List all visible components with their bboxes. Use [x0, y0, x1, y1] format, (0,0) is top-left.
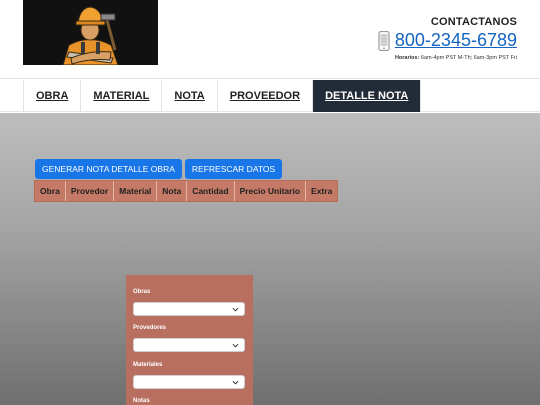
obras-label: Obras	[133, 289, 151, 295]
phone-link[interactable]: 800-2345-6789	[395, 30, 517, 51]
main-nav: OBRA MATERIAL NOTA PROVEEDOR DETALLE NOT…	[0, 78, 540, 112]
mobile-phone-icon	[378, 30, 390, 51]
proveedores-label: Provedores	[133, 325, 167, 331]
nav-item-detalle-nota[interactable]: DETALLE NOTA	[313, 80, 422, 112]
notas-label: Notas	[133, 398, 150, 404]
nav-item-obra[interactable]: OBRA	[24, 80, 82, 112]
proveedores-select[interactable]	[133, 338, 245, 352]
action-buttons: GENERAR NOTA DETALLE OBRA REFRESCAR DATO…	[35, 159, 283, 179]
contact-label: CONTACTANOS	[430, 16, 517, 28]
column-header-provedor: Provedor	[66, 181, 115, 201]
detail-table-header: Obra Provedor Material Nota Cantidad Pre…	[34, 180, 339, 202]
chevron-down-icon	[232, 343, 239, 348]
refresh-data-button[interactable]: REFRESCAR DATOS	[184, 159, 283, 179]
generate-note-button[interactable]: GENERAR NOTA DETALLE OBRA	[35, 159, 182, 179]
column-header-nota: Nota	[157, 181, 188, 201]
chevron-down-icon	[232, 380, 239, 385]
column-header-obra: Obra	[35, 181, 66, 201]
column-header-extra: Extra	[311, 186, 333, 196]
phone-row: 800-2345-6789	[378, 30, 517, 51]
company-logo[interactable]	[23, 0, 158, 65]
nav-items: OBRA MATERIAL NOTA PROVEEDOR DETALLE NOT…	[23, 80, 422, 112]
nav-item-material[interactable]: MATERIAL	[81, 80, 163, 112]
column-header-precio-unitario: Precio Unitario	[235, 181, 307, 201]
hours-text: 6am-4pm PST M-Th; 6am-3pm PST Fri	[420, 55, 517, 61]
detail-form-panel: Obras Provedores Materiales Notas	[126, 275, 253, 405]
materiales-label: Materiales	[133, 362, 163, 368]
materiales-select[interactable]	[133, 375, 245, 389]
site-header: CONTACTANOS 800-2345-6789 Horarios: 6am-…	[0, 0, 540, 78]
main-content: GENERAR NOTA DETALLE OBRA REFRESCAR DATO…	[0, 113, 540, 405]
obras-select[interactable]	[133, 302, 245, 316]
business-hours: Horarios: 6am-4pm PST M-Th; 6am-3pm PST …	[378, 55, 517, 61]
construction-worker-logo-icon	[23, 0, 158, 65]
nav-item-proveedor[interactable]: PROVEEDOR	[218, 80, 314, 112]
nav-item-nota[interactable]: NOTA	[162, 80, 218, 112]
chevron-down-icon	[232, 307, 239, 312]
column-header-cantidad: Cantidad	[187, 181, 235, 201]
column-header-material: Material	[114, 181, 158, 201]
contact-block: CONTACTANOS 800-2345-6789 Horarios: 6am-…	[378, 16, 517, 61]
hours-label: Horarios:	[394, 55, 420, 61]
